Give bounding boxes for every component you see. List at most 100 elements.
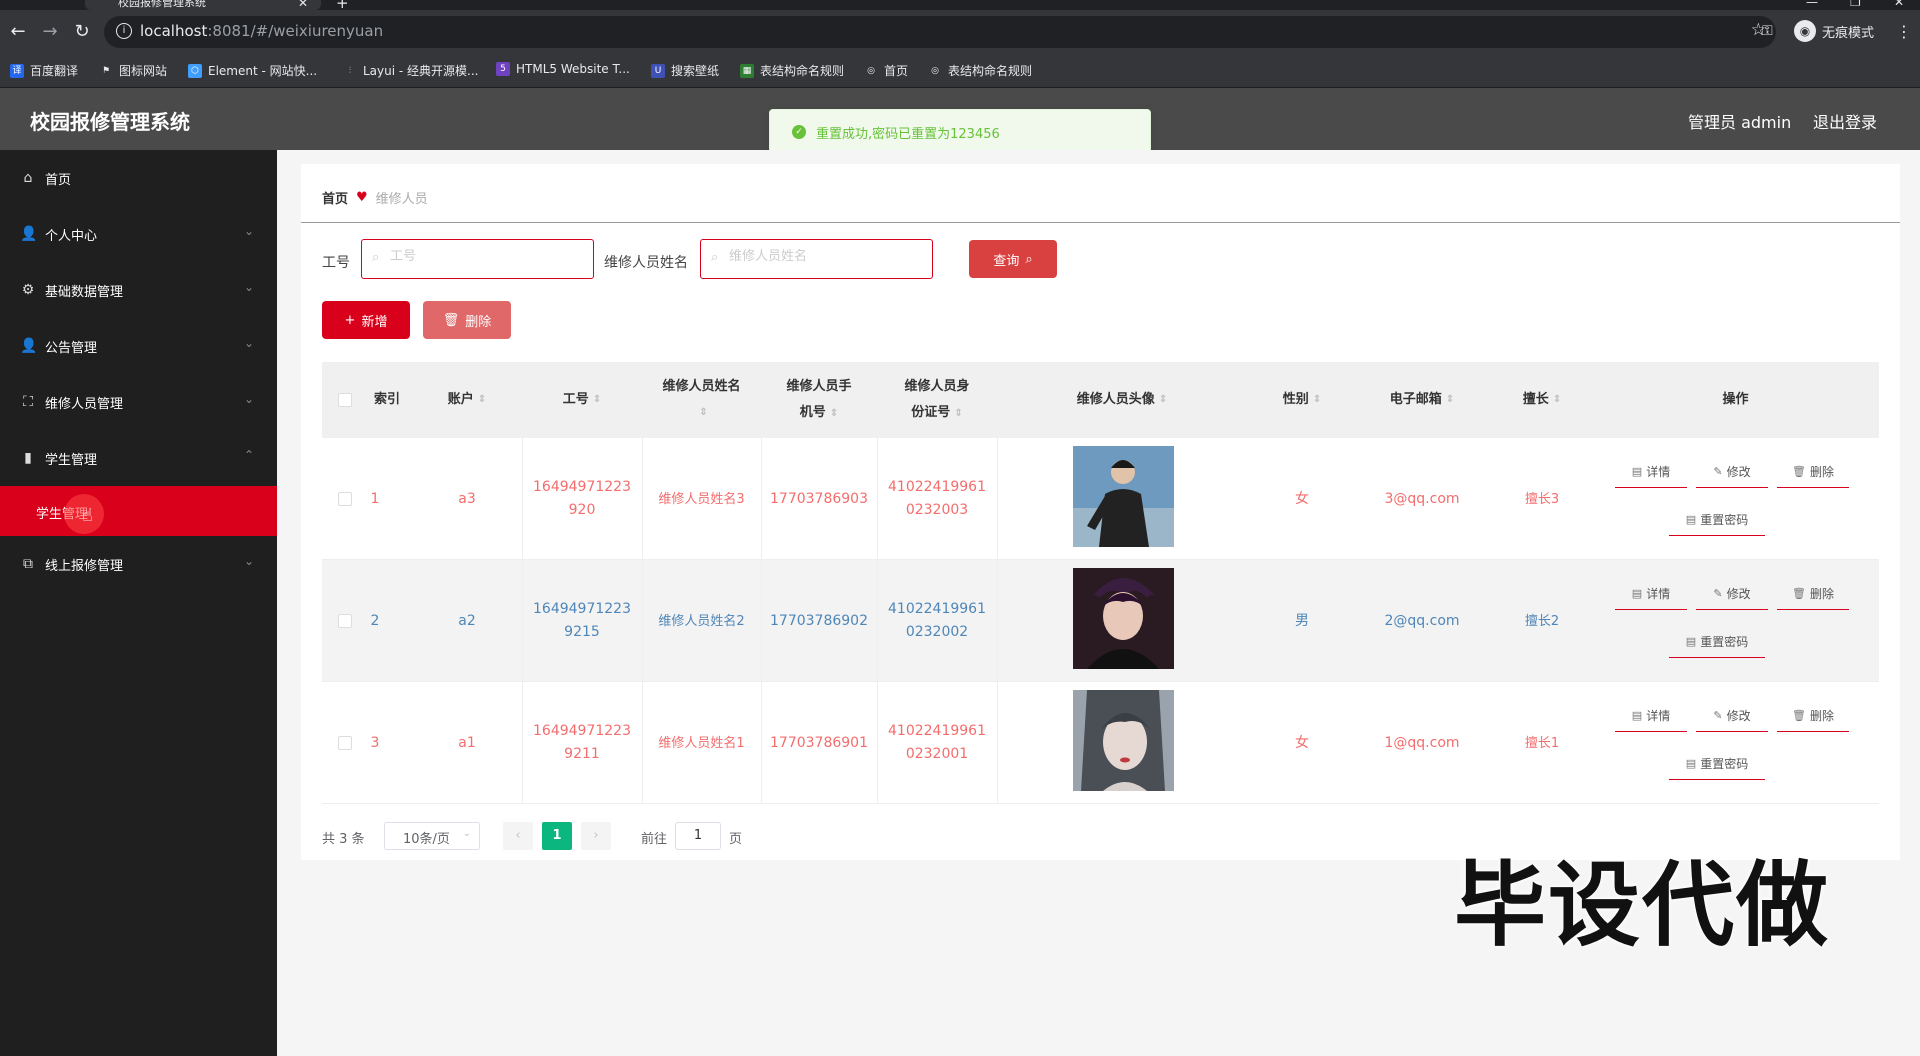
sort-icon[interactable]: ⇕: [1446, 387, 1454, 413]
batch-delete-button[interactable]: 🗑 删除: [423, 301, 511, 339]
site-info-icon[interactable]: i: [116, 23, 132, 39]
col-name[interactable]: 维修人员姓名 ⇕: [642, 362, 761, 438]
sort-icon[interactable]: ⇕: [478, 387, 486, 413]
address-bar[interactable]: i localhost:8081/#/weixiurenyuan ☆: [104, 16, 1776, 48]
sidebar-item-announcements[interactable]: 👤 公告管理 ⌄: [0, 318, 277, 374]
delete-button[interactable]: 🗑 删除: [1777, 700, 1849, 732]
edit-button[interactable]: ✎ 修改: [1696, 456, 1768, 488]
name-field[interactable]: [729, 249, 909, 264]
new-tab-icon[interactable]: +: [336, 0, 349, 11]
bookmark-label: 百度翻译: [30, 64, 79, 78]
edit-button[interactable]: ✎ 修改: [1696, 700, 1768, 732]
col-ops: 操作: [1612, 362, 1859, 438]
close-tab-icon[interactable]: ✕: [298, 0, 308, 9]
back-icon[interactable]: ←: [6, 20, 30, 44]
maximize-icon[interactable]: ❐: [1850, 0, 1861, 8]
detail-button[interactable]: ▤ 详情: [1615, 578, 1687, 610]
check-circle-icon: ✓: [792, 125, 806, 139]
forward-icon[interactable]: →: [38, 20, 62, 44]
col-gender[interactable]: 性别 ⇕: [1247, 362, 1357, 438]
bookmark-item[interactable]: ◎ 首页: [864, 62, 908, 79]
job-no-search-input[interactable]: ⌕: [361, 239, 594, 279]
bookmark-item[interactable]: ⬡ Element - 网站快...: [188, 62, 317, 79]
col-specialty[interactable]: 擅长 ⇕: [1487, 362, 1597, 438]
sidebar-item-basic-data[interactable]: ⚙ 基础数据管理 ⌄: [0, 262, 277, 318]
cell-id-card: 410224199610232001: [888, 723, 986, 762]
select-all-checkbox[interactable]: [338, 393, 352, 407]
table-header: 索引 账户 ⇕ 工号 ⇕ 维修人员姓名 ⇕ 维修人员手机号 ⇕ 维修人员身份证号 ⇕ 维修…: [322, 362, 1879, 438]
logout-button[interactable]: 退出登录: [1813, 109, 1877, 133]
col-phone[interactable]: 维修人员手机号 ⇕: [761, 362, 877, 438]
col-email[interactable]: 电子邮箱 ⇕: [1357, 362, 1487, 438]
browser-tabstrip: 校园报修管理系统 ✕ + — ❐ ✕: [0, 0, 1920, 11]
query-button[interactable]: 查询 ⌕: [969, 240, 1057, 278]
bookmark-item[interactable]: ⫶ Layui - 经典开源模...: [343, 62, 479, 79]
edit-button[interactable]: ✎ 修改: [1696, 578, 1768, 610]
delete-button[interactable]: 🗑 删除: [1777, 456, 1849, 488]
sidebar-item-personal-center[interactable]: 👤 个人中心 ⌄: [0, 206, 277, 262]
sidebar-item-home[interactable]: ⌂ 首页: [0, 150, 277, 206]
detail-button[interactable]: ▤ 详情: [1615, 456, 1687, 488]
home-icon: ⌂: [23, 170, 33, 186]
next-page-button[interactable]: ›: [581, 822, 611, 850]
sort-icon[interactable]: ⇕: [1159, 387, 1167, 413]
bookmark-item[interactable]: 译百度翻译: [10, 62, 78, 79]
prev-page-button[interactable]: ‹: [503, 822, 533, 850]
html5-icon: 5: [496, 62, 510, 76]
sidebar-subitem-students[interactable]: 学生管理: [0, 486, 277, 536]
col-id-card[interactable]: 维修人员身份证号 ⇕: [877, 362, 997, 438]
sort-icon[interactable]: ⇕: [699, 400, 707, 426]
job-no-field[interactable]: [390, 249, 570, 264]
close-window-icon[interactable]: ✕: [1894, 0, 1904, 8]
col-account-label: 账户: [447, 392, 474, 407]
incognito-indicator[interactable]: ◉ 无痕模式: [1794, 18, 1874, 44]
reload-icon[interactable]: ↻: [70, 20, 94, 44]
breadcrumb: 首页 ♥ 维修人员: [322, 188, 428, 207]
key-icon[interactable]: ⚿: [1762, 23, 1773, 39]
sidebar-item-students[interactable]: ▮ 学生管理 ⌃: [0, 430, 277, 486]
row-checkbox[interactable]: [338, 492, 352, 506]
row-checkbox[interactable]: [338, 614, 352, 628]
row-checkbox[interactable]: [338, 736, 352, 750]
reset-password-button[interactable]: ▤ 重置密码: [1669, 626, 1765, 658]
detail-label: 详情: [1646, 587, 1671, 601]
staff-avatar[interactable]: [1073, 568, 1174, 669]
search-icon: ⌕: [1025, 251, 1033, 267]
goto-page-input[interactable]: 1: [675, 822, 721, 850]
reset-password-button[interactable]: ▤ 重置密码: [1669, 504, 1765, 536]
sort-icon[interactable]: ⇕: [1553, 387, 1561, 413]
browser-menu-icon[interactable]: ⋮: [1896, 22, 1912, 41]
browser-toolbar: ← → ↻ i localhost:8081/#/weixiurenyuan ☆…: [0, 10, 1920, 54]
minimize-icon[interactable]: —: [1806, 0, 1818, 8]
col-job-no[interactable]: 工号 ⇕: [522, 362, 642, 438]
cell-gender: 女: [1295, 734, 1309, 751]
bookmark-item[interactable]: U 搜索壁纸: [651, 62, 719, 79]
add-button[interactable]: + 新增: [322, 301, 410, 339]
page-size-select[interactable]: 10条/页 ⌄: [384, 822, 480, 850]
sort-icon[interactable]: ⇕: [1313, 387, 1321, 413]
staff-avatar[interactable]: [1073, 446, 1174, 547]
bookmark-item[interactable]: ⚑ 图标网站: [99, 62, 167, 79]
name-search-input[interactable]: ⌕: [700, 239, 933, 279]
sidebar-item-repair-staff[interactable]: ⛶ 维修人员管理 ⌄: [0, 374, 277, 430]
browser-tab-title[interactable]: 校园报修管理系统: [118, 0, 206, 9]
breadcrumb-home[interactable]: 首页: [322, 188, 348, 207]
sidebar-item-online-repair[interactable]: ⧉ 线上报修管理 ⌄: [0, 536, 277, 592]
col-photo[interactable]: 维修人员头像 ⇕: [997, 362, 1247, 438]
bookmark-item[interactable]: ◎ 表结构命名规则: [928, 62, 1032, 79]
detail-button[interactable]: ▤ 详情: [1615, 700, 1687, 732]
chevron-down-icon: ⌄: [244, 224, 255, 238]
delete-button[interactable]: 🗑 删除: [1777, 578, 1849, 610]
reset-password-button[interactable]: ▤ 重置密码: [1669, 748, 1765, 780]
sort-icon[interactable]: ⇕: [954, 408, 962, 419]
sort-icon[interactable]: ⇕: [830, 408, 838, 419]
page-number-current[interactable]: 1: [542, 822, 572, 850]
add-button-label: 新增: [361, 314, 388, 330]
url-text[interactable]: localhost:8081/#/weixiurenyuan: [140, 22, 383, 40]
bookmark-item[interactable]: 5 HTML5 Website T...: [496, 62, 630, 76]
col-account[interactable]: 账户 ⇕: [412, 362, 522, 438]
bookmark-label: 表结构命名规则: [948, 64, 1033, 78]
bookmark-item[interactable]: ▦ 表结构命名规则: [740, 62, 844, 79]
sort-icon[interactable]: ⇕: [593, 387, 601, 413]
staff-avatar[interactable]: [1073, 690, 1174, 791]
